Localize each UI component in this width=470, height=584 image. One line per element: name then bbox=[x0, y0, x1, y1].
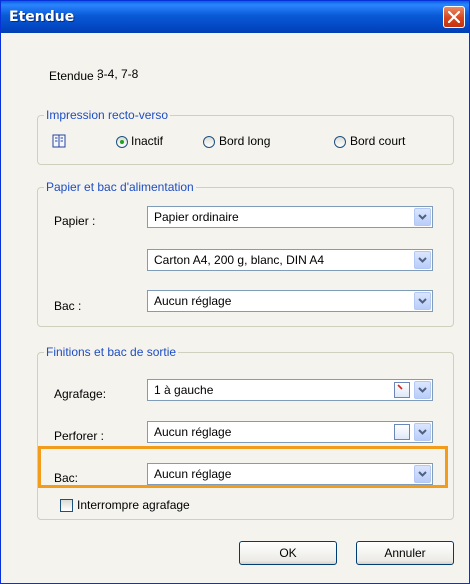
range-value: 3-4, 7-8 bbox=[97, 67, 139, 81]
window-title: Etendue bbox=[9, 9, 75, 25]
chevron-down-icon bbox=[418, 429, 427, 435]
input-tray-select-value: Aucun réglage bbox=[154, 294, 232, 308]
stapling-label: Agrafage: bbox=[54, 387, 107, 401]
chevron-down-icon bbox=[418, 387, 427, 393]
paper-type-select[interactable]: Carton A4, 200 g, blanc, DIN A4 bbox=[147, 249, 433, 271]
duplex-long-edge-radio[interactable] bbox=[203, 136, 215, 148]
range-label: Etendue : bbox=[49, 69, 101, 83]
paper-source-group: Papier et bac d'alimentation Papier : Pa… bbox=[37, 180, 454, 327]
duplex-page-icon bbox=[52, 134, 66, 148]
staple-position-icon bbox=[394, 382, 410, 398]
dialog-body: Etendue : 3-4, 7-8 Impression recto-vers… bbox=[1, 33, 469, 583]
cancel-button[interactable]: Annuler bbox=[356, 541, 454, 565]
close-button[interactable] bbox=[443, 6, 465, 28]
punch-position-icon bbox=[394, 424, 410, 440]
stapling-select[interactable]: 1 à gauche bbox=[147, 379, 433, 401]
duplex-long-edge-label[interactable]: Bord long bbox=[219, 134, 270, 148]
paper-type-dropdown-button[interactable] bbox=[414, 251, 431, 269]
stapling-select-value: 1 à gauche bbox=[154, 383, 214, 397]
print-range-dialog: Etendue Etendue : 3-4, 7-8 Impression re… bbox=[0, 0, 470, 584]
paper-select[interactable]: Papier ordinaire bbox=[147, 206, 433, 228]
ok-button[interactable]: OK bbox=[239, 541, 337, 565]
chevron-down-icon bbox=[418, 298, 427, 304]
punch-select-value: Aucun réglage bbox=[154, 425, 232, 439]
duplex-off-label[interactable]: Inactif bbox=[131, 134, 163, 148]
paper-source-group-label: Papier et bac d'alimentation bbox=[44, 180, 196, 194]
paper-type-select-value: Carton A4, 200 g, blanc, DIN A4 bbox=[154, 253, 325, 267]
stapling-dropdown-button[interactable] bbox=[414, 381, 431, 399]
interrupt-stapling-label[interactable]: Interrompre agrafage bbox=[77, 498, 190, 512]
punch-label: Perforer : bbox=[54, 429, 105, 443]
duplex-short-edge-label[interactable]: Bord court bbox=[350, 134, 405, 148]
output-tray-highlight bbox=[38, 446, 448, 488]
paper-select-value: Papier ordinaire bbox=[154, 210, 239, 224]
title-bar[interactable]: Etendue bbox=[1, 1, 469, 33]
duplex-group-label: Impression recto-verso bbox=[44, 108, 171, 122]
finishing-group-label: Finitions et bac de sortie bbox=[44, 345, 179, 359]
chevron-down-icon bbox=[418, 214, 427, 220]
duplex-group: Impression recto-verso Inactif Bord long… bbox=[37, 108, 454, 165]
input-tray-dropdown-button[interactable] bbox=[414, 292, 431, 310]
paper-dropdown-button[interactable] bbox=[414, 208, 431, 226]
punch-dropdown-button[interactable] bbox=[414, 423, 431, 441]
paper-label: Papier : bbox=[54, 214, 96, 228]
interrupt-stapling-checkbox[interactable] bbox=[60, 499, 73, 512]
duplex-off-radio[interactable] bbox=[116, 136, 128, 148]
input-tray-select[interactable]: Aucun réglage bbox=[147, 290, 433, 312]
duplex-short-edge-radio[interactable] bbox=[334, 136, 346, 148]
chevron-down-icon bbox=[418, 257, 427, 263]
punch-select[interactable]: Aucun réglage bbox=[147, 421, 433, 443]
finishing-group: Finitions et bac de sortie Agrafage: 1 à… bbox=[37, 345, 454, 520]
input-tray-label: Bac : bbox=[54, 299, 82, 313]
close-icon bbox=[448, 11, 460, 23]
